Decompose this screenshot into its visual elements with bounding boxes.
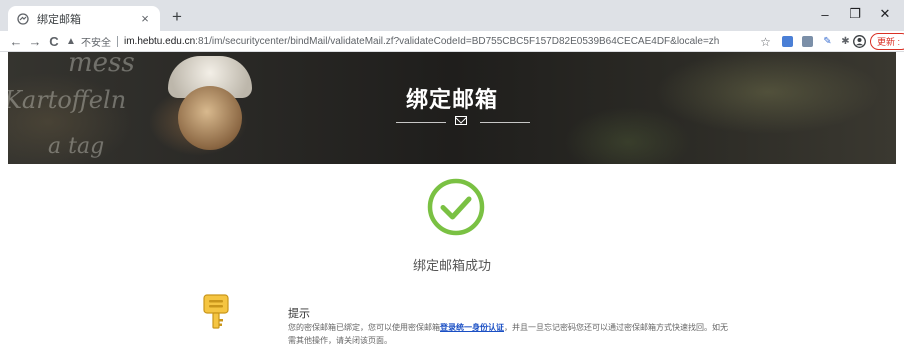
tip-text: 您的密保邮箱已绑定，您可以使用密保邮箱登录统一身份认证，并且一旦忘记密码您还可以… [288, 321, 733, 347]
page-title: 绑定邮箱 [405, 87, 498, 112]
page-banner: mess Kartoffeln a tag 绑定邮箱 [8, 52, 896, 164]
globe-icon [16, 12, 30, 26]
forward-button[interactable]: → [27, 32, 43, 50]
new-tab-button[interactable]: + [166, 6, 188, 28]
title-divider [396, 122, 446, 123]
security-label[interactable]: 不安全 [81, 34, 111, 49]
profile-icon[interactable] [852, 34, 867, 49]
login-sso-link[interactable]: 登录统一身份认证 [440, 323, 504, 332]
mail-icon [455, 116, 467, 125]
address-bar[interactable]: ▲ 不安全 im.hebtu.edu.cn :81/im/securitycen… [66, 33, 750, 50]
reload-button[interactable]: C [46, 32, 62, 50]
tab-close-icon[interactable]: × [138, 11, 152, 26]
success-check-icon [427, 178, 485, 236]
warning-icon: ▲ [66, 36, 76, 47]
tip-title: 提示 [288, 308, 310, 320]
tab-title: 绑定邮箱 [37, 13, 81, 26]
url-path: :81/im/securitycenter/bindMail/validateM… [195, 36, 720, 47]
title-divider [480, 122, 530, 123]
extension-icon-blue[interactable] [780, 34, 795, 49]
key-icon [203, 294, 229, 329]
restore-button[interactable]: ❐ [842, 4, 868, 24]
success-message: 绑定邮箱成功 [412, 258, 491, 273]
tip-text-before: 您的密保邮箱已绑定，您可以使用密保邮箱 [288, 323, 440, 332]
chalk-text: mess [68, 52, 135, 78]
browser-toolbar: ← → C ▲ 不安全 im.hebtu.edu.cn :81/im/secur… [0, 31, 904, 52]
tab-strip: 绑定邮箱 × + – ❐ ✕ [0, 0, 904, 31]
address-divider [117, 36, 118, 47]
close-window-button[interactable]: ✕ [872, 4, 898, 24]
star-icon[interactable]: ☆ [758, 34, 773, 49]
browser-tab[interactable]: 绑定邮箱 × [8, 6, 160, 31]
pen-icon[interactable]: ✎ [820, 34, 835, 49]
update-button[interactable]: 更新 : [870, 33, 904, 50]
puzzle-icon[interactable]: ✱ [838, 34, 853, 49]
back-button[interactable]: ← [8, 32, 24, 50]
extension-icon-grey[interactable] [800, 34, 815, 49]
chalk-text: a tag [48, 134, 105, 159]
url-host: im.hebtu.edu.cn [124, 36, 196, 47]
minimize-button[interactable]: – [812, 4, 838, 24]
